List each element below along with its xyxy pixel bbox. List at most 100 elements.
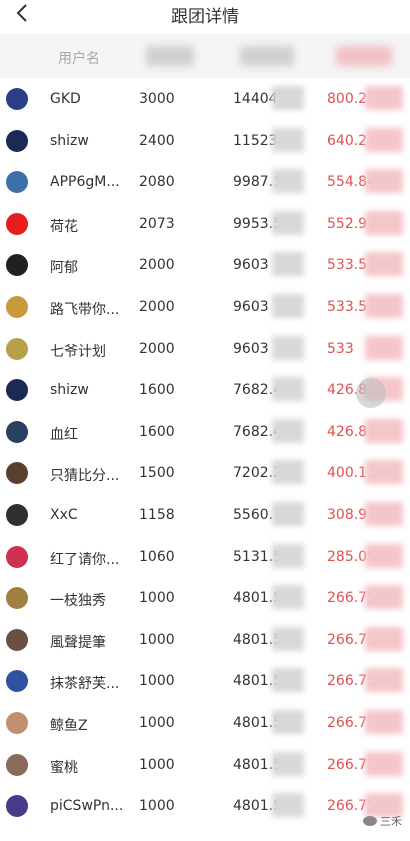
redaction-mask — [272, 294, 304, 318]
avatar — [6, 670, 28, 693]
redaction-mask — [365, 169, 403, 194]
table-row[interactable]: GKD300014404.5800.25 — [0, 78, 410, 120]
table-row[interactable]: 風聲提筆 1000 4801.5 266.75 — [0, 619, 410, 661]
redaction-mask — [365, 294, 403, 318]
table-row[interactable]: 七爷计划 2000 9603 533 — [0, 328, 410, 370]
redaction-mask — [272, 751, 304, 776]
follow-amount: 1000 — [139, 715, 175, 731]
floating-ball[interactable] — [356, 378, 386, 408]
user-name: 七爷计划 — [50, 343, 106, 360]
redaction-mask — [272, 418, 304, 443]
follow-amount: 1158 — [139, 507, 175, 523]
redaction-mask — [365, 127, 403, 152]
user-name: 荷花 — [50, 218, 78, 235]
avatar — [6, 379, 28, 402]
table-row[interactable]: XxC 1158 5560.1 308.9 — [0, 494, 410, 536]
redaction-mask — [365, 460, 403, 485]
table-row[interactable]: APP6gM...20809987.12554.84 — [0, 161, 410, 203]
avatar — [6, 753, 28, 776]
redaction-mask — [272, 127, 304, 152]
user-name: 抹茶舒芙... — [50, 676, 120, 693]
user-name: 阿郁 — [50, 260, 78, 277]
avatar — [6, 420, 28, 443]
user-name: GKD — [50, 91, 81, 107]
redaction-mask — [365, 668, 403, 693]
redaction-mask — [365, 418, 403, 443]
avatar — [6, 296, 28, 318]
table-row[interactable]: 阿郁 2000 9603 533.5 — [0, 244, 410, 286]
table-row[interactable]: 只猜比分...15007202.25400.13 — [0, 452, 410, 494]
avatar — [6, 171, 28, 194]
avatar — [6, 795, 28, 818]
redaction-mask — [365, 502, 403, 526]
follow-amount: 1060 — [139, 548, 175, 565]
user-name: XxC — [50, 507, 78, 523]
follow-amount: 1000 — [139, 673, 175, 690]
redaction-mask — [365, 751, 403, 776]
redaction-mask — [272, 543, 304, 568]
redaction-mask — [272, 252, 304, 277]
table-row[interactable]: 蜜桃 1000 4801.5 266.75 — [0, 744, 410, 786]
avatar — [6, 712, 28, 734]
redaction-mask — [365, 585, 403, 610]
avatar — [6, 337, 28, 360]
redaction-mask — [272, 710, 304, 734]
user-name: 血红 — [50, 426, 78, 443]
redaction-mask — [272, 210, 304, 235]
table-header: 用户名 — [0, 34, 410, 78]
table-row[interactable]: 鲸鱼Z 1000 4801.5 266.75 — [0, 702, 410, 744]
user-name: 路飞带你... — [50, 302, 120, 318]
follow-amount: 2000 — [139, 299, 175, 315]
follow-amount: 2000 — [139, 340, 175, 357]
redaction-mask — [272, 793, 304, 818]
table-row[interactable]: 抹茶舒芙... 1000 4801.5 266.75 — [0, 660, 410, 702]
follow-amount: 3000 — [139, 91, 175, 107]
avatar — [6, 545, 28, 568]
follow-amount: 1000 — [139, 590, 175, 607]
redaction-mask — [272, 169, 304, 194]
table-row[interactable]: 红了请你... 1060 5131.5 285.09 — [0, 536, 410, 578]
follow-amount: 1500 — [139, 465, 175, 482]
follow-amount: 1600 — [139, 382, 175, 399]
table-row[interactable]: shizw240011523.6640.2 — [0, 120, 410, 162]
table-row[interactable]: 一枝独秀 1000 4801.5 266.75 — [0, 577, 410, 619]
user-name: 鲸鱼Z — [50, 718, 88, 734]
table-row[interactable]: piCSwPn... 1000 4801.5 266.75 — [0, 785, 410, 827]
user-name: 蜜桃 — [50, 759, 78, 776]
redaction-mask — [365, 335, 403, 360]
redaction-mask — [272, 626, 304, 651]
redaction-mask — [272, 502, 304, 526]
table-row[interactable]: 血红 1600 7682.4 426.8 — [0, 411, 410, 453]
follow-amount: 2080 — [139, 174, 175, 191]
table-row[interactable]: 荷花20739953.51552.97 — [0, 203, 410, 245]
follow-amount: 1600 — [139, 423, 175, 440]
avatar — [6, 129, 28, 152]
redaction-mask — [272, 335, 304, 360]
user-name: shizw — [50, 132, 89, 149]
follow-amount: 2400 — [139, 132, 175, 149]
follow-amount: 2000 — [139, 257, 175, 274]
follow-amount: 1000 — [139, 756, 175, 773]
table-row[interactable]: 路飞带你... 2000 9603 533.5 — [0, 286, 410, 328]
redaction-mask — [272, 668, 304, 693]
user-name: 一枝独秀 — [50, 593, 106, 610]
user-name: 红了请你... — [50, 551, 120, 568]
redaction-mask — [272, 585, 304, 610]
user-name: APP6gM... — [50, 174, 120, 191]
follow-amount: 2073 — [139, 215, 175, 232]
redaction-mask — [365, 86, 403, 110]
page-title: 跟团详情 — [171, 7, 239, 27]
header-col2-redacted — [146, 46, 194, 66]
header-col4-redacted — [336, 46, 392, 66]
redaction-mask — [272, 460, 304, 485]
redaction-mask — [365, 543, 403, 568]
top-nav-bar: 跟团详情 — [0, 0, 410, 30]
redaction-mask — [365, 252, 403, 277]
wechat-icon — [363, 816, 377, 826]
user-name: shizw — [50, 382, 89, 399]
follow-amount: 1000 — [139, 631, 175, 648]
avatar — [6, 504, 28, 526]
redaction-mask — [365, 710, 403, 734]
table-row[interactable]: shizw 1600 7682.4 426.8 — [0, 369, 410, 411]
watermark: 三禾 — [363, 813, 402, 829]
